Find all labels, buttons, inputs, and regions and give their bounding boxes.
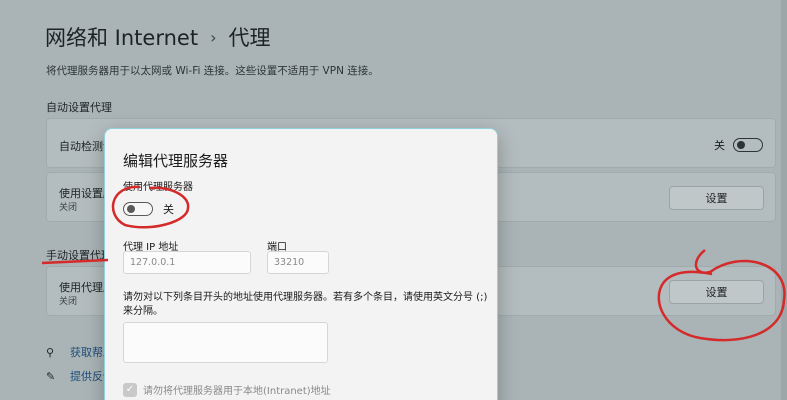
chevron-right-icon: › [210, 27, 217, 47]
use-proxy-state: 关 [163, 203, 174, 216]
dialog-title: 编辑代理服务器 [123, 152, 229, 170]
setup-script-button[interactable]: 设置 [669, 186, 764, 210]
edit-proxy-dialog: 编辑代理服务器 使用代理服务器 关 代理 IP 地址 127.0.0.1 端口 … [104, 128, 498, 400]
auto-detect-toggle[interactable] [733, 138, 763, 152]
manual-proxy-state: 关闭 [59, 297, 78, 307]
scrollbar[interactable] [781, 0, 787, 400]
manual-proxy-setup-button[interactable]: 设置 [669, 280, 764, 304]
breadcrumb-parent[interactable]: 网络和 Internet [45, 22, 198, 52]
manual-section-title: 手动设置代理 [46, 249, 112, 262]
help-icon: ⚲ [46, 345, 55, 359]
use-proxy-toggle[interactable] [123, 202, 153, 216]
auto-detect-toggle-group: 关 [714, 137, 763, 153]
breadcrumb: 网络和 Internet › 代理 [45, 22, 270, 52]
feedback-icon: ✎ [46, 369, 56, 383]
exceptions-hint: 请勿对以下列条目开头的地址使用代理服务器。若有多个条目，请使用英文分号 (;) … [123, 292, 488, 317]
use-proxy-label: 使用代理服务器 [123, 182, 193, 193]
exceptions-input[interactable] [123, 322, 328, 363]
page-title: 代理 [228, 26, 271, 50]
auto-detect-state: 关 [714, 139, 725, 152]
proxy-ip-input[interactable]: 127.0.0.1 [123, 251, 251, 274]
local-bypass-row: ✓ 请勿将代理服务器用于本地(Intranet)地址 [123, 382, 331, 397]
use-proxy-toggle-group: 关 [123, 201, 174, 217]
local-bypass-label: 请勿将代理服务器用于本地(Intranet)地址 [143, 386, 331, 397]
auto-section-title: 自动设置代理 [46, 101, 112, 114]
setup-script-state: 关闭 [59, 203, 78, 213]
page-description: 将代理服务器用于以太网或 Wi-Fi 连接。这些设置不适用于 VPN 连接。 [46, 65, 379, 77]
local-bypass-checkbox[interactable]: ✓ [123, 382, 137, 397]
port-input[interactable]: 33210 [267, 251, 329, 274]
